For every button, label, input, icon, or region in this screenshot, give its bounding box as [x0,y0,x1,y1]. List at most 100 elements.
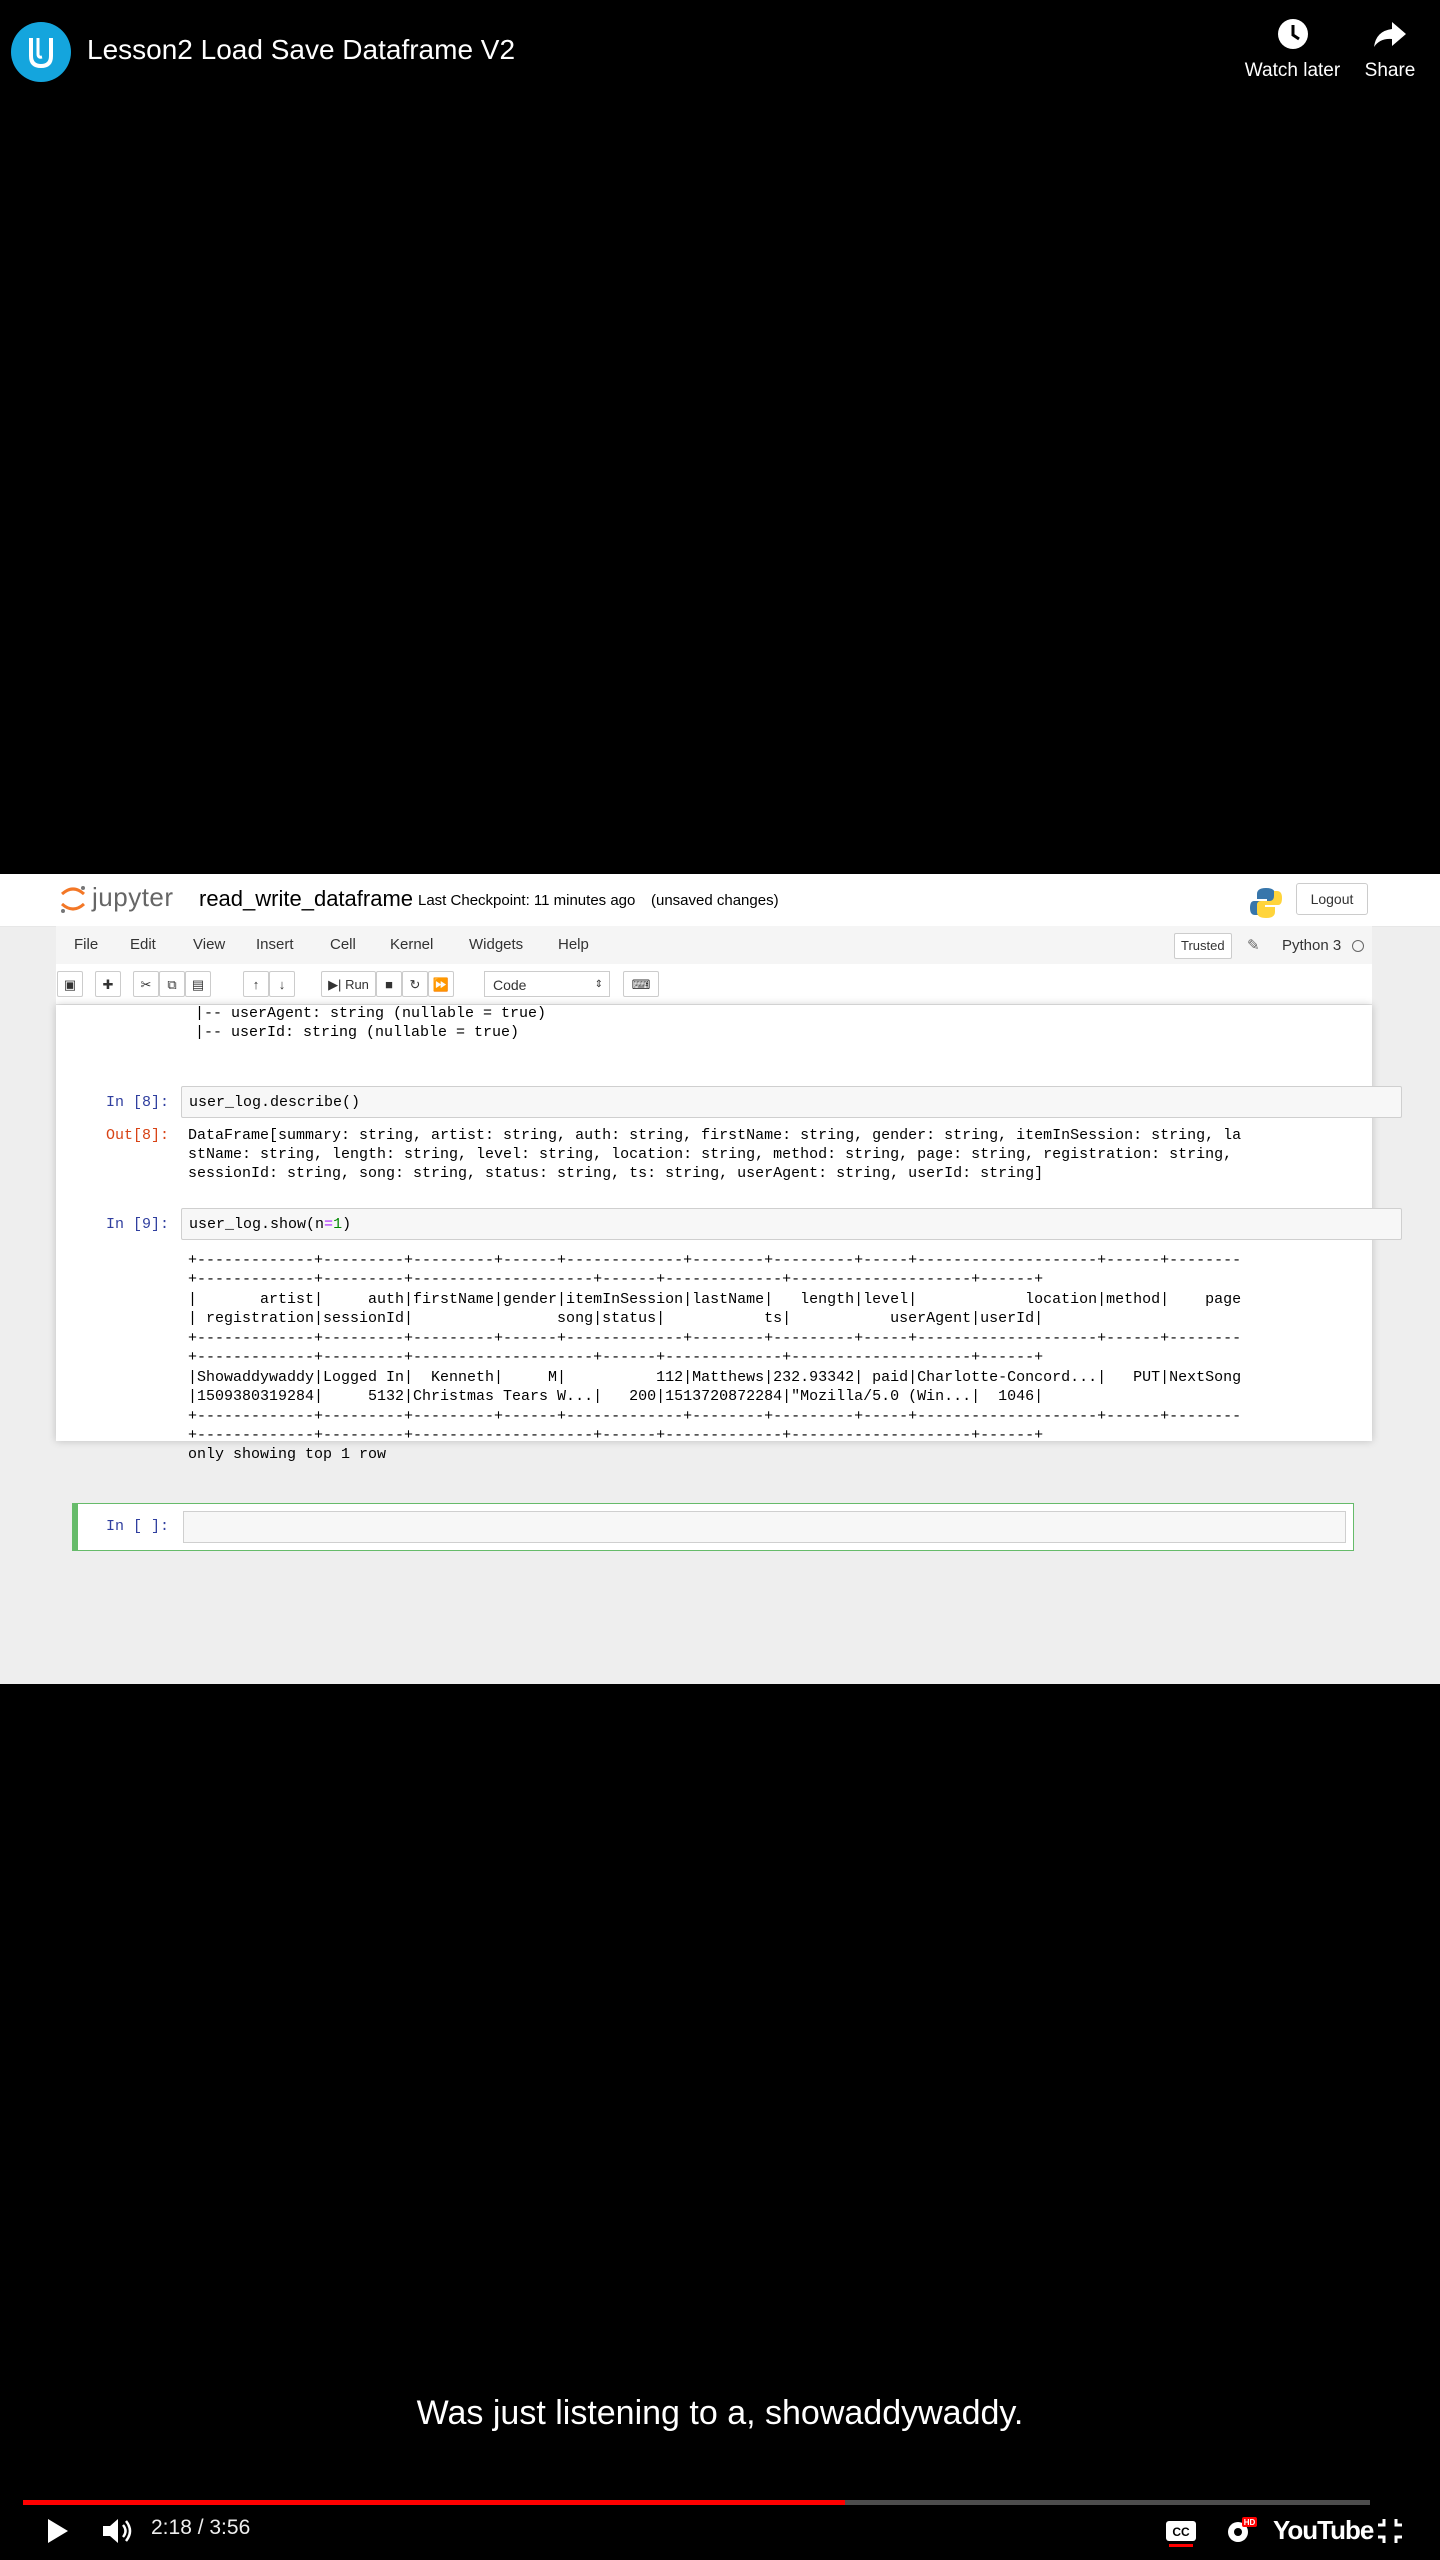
restart-run-all-button[interactable]: ⏩ [428,971,454,997]
interrupt-button[interactable]: ■ [376,971,402,997]
pencil-icon[interactable]: ✎ [1247,936,1260,954]
empty-cell-input[interactable] [183,1511,1346,1543]
captions-button[interactable]: CC [1164,2515,1198,2552]
cell9-prompt: In [9]: [106,1216,170,1233]
notebook-name[interactable]: read_write_dataframe [199,886,413,912]
restart-icon: ↻ [409,977,421,992]
watch-later-button[interactable]: Watch later [1240,14,1345,82]
insert-cell-button[interactable]: ✚ [95,971,121,997]
volume-button[interactable] [100,2515,136,2552]
stop-icon: ■ [385,977,393,992]
settings-button[interactable]: HD [1222,2515,1258,2552]
jupyter-logo-icon[interactable] [58,884,88,914]
subtitle-caption: Was just listening to a, showaddywaddy. [416,2394,1024,2432]
out9-line: only showing top 1 row [188,1446,387,1463]
trusted-badge[interactable]: Trusted [1174,933,1232,959]
fast-forward-icon: ⏩ [432,977,450,992]
youtube-logo[interactable]: YouTube [1273,2515,1374,2546]
out9-line: |1509380319284| 5132|Christmas Tears W..… [188,1388,1044,1405]
gear-icon: HD [1228,2517,1257,2542]
share-label: Share [1364,60,1416,81]
out9-line: +-------------+---------+---------+-----… [188,1252,1242,1269]
move-down-button[interactable]: ↓ [269,971,295,997]
out8-line: DataFrame[summary: string, artist: strin… [188,1127,1242,1144]
run-button[interactable]: ▶| Run [321,971,376,997]
logout-button[interactable]: Logout [1296,883,1368,915]
out8-line: sessionId: string, song: string, status:… [188,1165,1044,1182]
menu-help[interactable]: Help [558,936,589,953]
menu-file[interactable]: File [74,936,98,953]
menu-edit[interactable]: Edit [130,936,156,953]
active-cell[interactable]: In [ ]: [72,1503,1354,1551]
schema-line: |-- userId: string (nullable = true) [186,1024,520,1041]
schema-line: |-- userAgent: string (nullable = true) [186,1005,547,1022]
save-button[interactable]: ▣ [57,971,83,997]
out8-line: stName: string, length: string, level: s… [188,1146,1233,1163]
cut-button[interactable]: ✂ [133,971,159,997]
cc-icon: CC [1166,2521,1196,2547]
share-arrow-icon [1370,14,1410,54]
command-palette-button[interactable]: ⌨ [623,971,659,997]
play-button[interactable] [42,2515,72,2552]
volume-icon [103,2519,132,2543]
scissors-icon: ✂ [140,977,152,992]
out9-line: | registration|sessionId| song|status| t… [188,1310,1044,1327]
notebook-toolbar: ▣ ✚ ✂ ⧉ ▤ ↑ ↓ ▶| Run ■ ↻ ⏩ ⌨ [56,964,1372,1005]
exit-fullscreen-button[interactable] [1375,2515,1405,2552]
menu-cell[interactable]: Cell [330,936,356,953]
move-up-button[interactable]: ↑ [243,971,269,997]
arrow-up-icon: ↑ [252,977,260,992]
paste-button[interactable]: ▤ [185,971,211,997]
restart-button[interactable]: ↻ [402,971,428,997]
clock-icon [1273,14,1313,54]
cell9-input[interactable]: user_log.show(n=1) [181,1208,1402,1240]
save-icon: ▣ [63,977,77,992]
menu-widgets[interactable]: Widgets [469,936,523,953]
svg-text:HD: HD [1244,2518,1256,2527]
menu-view[interactable]: View [193,936,225,953]
jupyter-header: jupyter read_write_dataframe Last Checkp… [0,874,1440,927]
watch-later-label: Watch later [1244,60,1341,81]
player-controls: 2:18 / 3:56 CC HD YouTube [0,2505,1440,2560]
jupyter-screen: jupyter read_write_dataframe Last Checkp… [0,874,1440,1684]
menu-kernel[interactable]: Kernel [390,936,433,953]
copy-button[interactable]: ⧉ [159,971,185,997]
out9-line: +-------------+---------+---------+-----… [188,1408,1242,1425]
out9-line: |Showaddywaddy|Logged In| Kenneth| M| 11… [188,1369,1242,1386]
udacity-logo-icon [29,38,53,69]
out9-line: | artist| auth|firstName|gender|itemInSe… [188,1291,1242,1308]
out9-line: +-------------+---------+---------------… [188,1271,1044,1288]
video-top-bar: Lesson2 Load Save Dataframe V2 Watch lat… [0,0,1440,110]
empty-cell-prompt: In [ ]: [106,1518,170,1535]
svg-text:CC: CC [1172,2525,1190,2539]
out8-prompt: Out[8]: [106,1127,170,1144]
out9-line: +-------------+---------+---------------… [188,1427,1044,1444]
cell8-prompt: In [8]: [106,1094,170,1111]
keyboard-icon: ⌨ [631,977,651,992]
python-logo-icon [1250,888,1282,918]
out9-line: +-------------+---------+---------------… [188,1349,1044,1366]
play-icon [48,2519,68,2543]
exit-fullscreen-icon [1378,2519,1402,2543]
share-button[interactable]: Share [1360,14,1420,82]
step-icon: ▶| [328,977,342,992]
cell-type-select[interactable]: Code ⇕ [484,971,610,997]
kernel-status-icon [1352,940,1364,952]
arrow-down-icon: ↓ [278,977,286,992]
video-title[interactable]: Lesson2 Load Save Dataframe V2 [87,34,515,66]
time-display: 2:18 / 3:56 [151,2516,251,2539]
out9-line: +-------------+---------+---------+-----… [188,1330,1242,1347]
kernel-name[interactable]: Python 3 [1282,937,1341,954]
run-label: Run [345,977,369,992]
menu-insert[interactable]: Insert [256,936,294,953]
checkpoint-status: Last Checkpoint: 11 minutes ago [418,892,636,909]
select-arrows-icon: ⇕ [594,979,603,990]
plus-icon: ✚ [102,977,114,992]
notebook-page: |-- userAgent: string (nullable = true) … [56,1005,1402,1463]
channel-logo[interactable] [11,22,71,82]
cell8-code: user_log.describe() [189,1094,361,1111]
copy-icon: ⧉ [167,977,177,992]
cell9-code: user_log.show(n=1) [189,1216,352,1233]
unsaved-status: (unsaved changes) [651,892,779,909]
cell8-input[interactable]: user_log.describe() [181,1086,1402,1118]
